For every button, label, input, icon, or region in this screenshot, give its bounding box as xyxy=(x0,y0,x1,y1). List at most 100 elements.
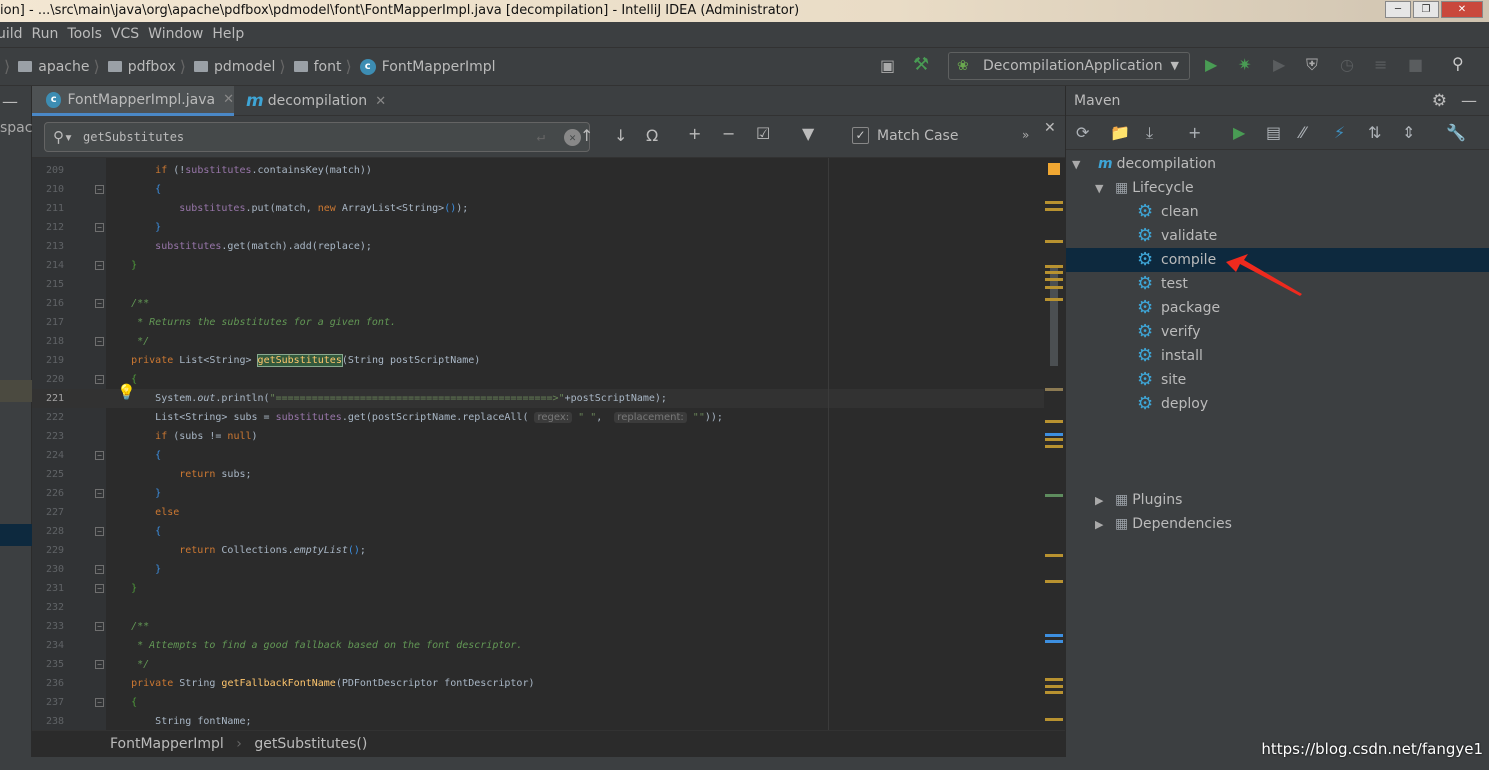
code-line[interactable]: 235 − */ xyxy=(32,655,1044,674)
fold-icon[interactable]: − xyxy=(95,451,104,460)
breadcrumb-item-pdfbox[interactable]: ⟩ pdfbox xyxy=(89,48,175,85)
code-line[interactable]: 234 * Attempts to find a good fallback b… xyxy=(32,636,1044,655)
code-line[interactable]: 229 return Collections.emptyList(); xyxy=(32,541,1044,560)
restore-button[interactable]: ❐ xyxy=(1413,1,1439,18)
scrollbar-marker[interactable] xyxy=(1045,718,1063,721)
code-line[interactable]: 221 System.out.println("================… xyxy=(32,389,1044,408)
previous-occurrence-icon[interactable]: ↑ xyxy=(580,126,593,145)
scrollbar-marker[interactable] xyxy=(1045,494,1063,497)
minimize-panel-icon[interactable]: — xyxy=(2,92,18,111)
generate-sources-icon[interactable]: 📁 xyxy=(1110,123,1130,142)
profiler-icon[interactable]: ⛨ xyxy=(1306,55,1318,75)
tree-node-dependencies[interactable]: ▶ ▦ Dependencies xyxy=(1066,512,1489,536)
scrollbar-marker[interactable] xyxy=(1045,278,1063,281)
search-input[interactable]: ⚲▾ getSubstitutes ↵ ✕ xyxy=(44,122,590,152)
gear-icon[interactable]: ⚙ xyxy=(1432,86,1447,116)
collapse-all-icon[interactable]: ⇕ xyxy=(1402,123,1415,142)
scrollbar-marker[interactable] xyxy=(1045,640,1063,643)
scrollbar-marker[interactable] xyxy=(1045,388,1063,391)
code-line[interactable]: 210 − { xyxy=(32,180,1044,199)
scrollbar-marker[interactable] xyxy=(1045,433,1063,436)
lifecycle-phase-install[interactable]: ⚙ install xyxy=(1066,344,1489,368)
code-line[interactable]: 217 * Returns the substitutes for a give… xyxy=(32,313,1044,332)
fold-icon[interactable]: − xyxy=(95,622,104,631)
more-options-icon[interactable]: » xyxy=(1022,128,1029,142)
tree-node-lifecycle[interactable]: ▼ ▦ Lifecycle xyxy=(1066,176,1489,200)
run-icon[interactable]: ▶ xyxy=(1205,55,1217,74)
reload-icon[interactable]: ⟳ xyxy=(1076,123,1089,142)
menu-tools[interactable]: Tools xyxy=(67,22,111,47)
code-line[interactable]: 230 − } xyxy=(32,560,1044,579)
lightbulb-icon[interactable]: 💡 xyxy=(117,383,136,401)
code-line[interactable]: 238 String fontName; xyxy=(32,712,1044,730)
fold-icon[interactable]: − xyxy=(95,584,104,593)
scrollbar-marker[interactable] xyxy=(1045,265,1063,268)
run-goal-icon[interactable]: ▶ xyxy=(1233,123,1245,142)
code-line[interactable]: 227 else xyxy=(32,503,1044,522)
code-line[interactable]: 218 − */ xyxy=(32,332,1044,351)
code-line[interactable]: 222 List<String> subs = substitutes.get(… xyxy=(32,408,1044,427)
code-line[interactable]: 225 return subs; xyxy=(32,465,1044,484)
select-all-occurrences-icon[interactable]: Ω xyxy=(646,126,658,145)
lifecycle-phase-deploy[interactable]: ⚙ deploy xyxy=(1066,392,1489,416)
scrollbar-marker[interactable] xyxy=(1045,554,1063,557)
scrollbar-marker[interactable] xyxy=(1045,286,1063,289)
fold-icon[interactable]: − xyxy=(95,660,104,669)
menu-build[interactable]: uild xyxy=(0,22,32,47)
scrollbar-marker[interactable] xyxy=(1045,240,1063,243)
code-line[interactable]: 219 private List<String> getSubstitutes(… xyxy=(32,351,1044,370)
scrollbar-marker[interactable] xyxy=(1045,685,1063,688)
fold-icon[interactable]: − xyxy=(95,489,104,498)
code-line[interactable]: 216 − /** xyxy=(32,294,1044,313)
code-line[interactable]: 220− { xyxy=(32,370,1044,389)
scrollbar-marker[interactable] xyxy=(1045,445,1063,448)
code-line[interactable]: 236 private String getFallbackFontName(P… xyxy=(32,674,1044,693)
lifecycle-phase-validate[interactable]: ⚙ validate xyxy=(1066,224,1489,248)
fold-icon[interactable]: − xyxy=(95,261,104,270)
scrollbar-thumb[interactable] xyxy=(1050,268,1058,366)
scrollbar-marker[interactable] xyxy=(1045,691,1063,694)
hide-panel-icon[interactable]: — xyxy=(1461,86,1477,116)
debug-bug-icon[interactable]: ✷ xyxy=(1238,55,1251,74)
fold-icon[interactable]: − xyxy=(95,527,104,536)
code-line[interactable]: 228 − { xyxy=(32,522,1044,541)
menu-help[interactable]: Help xyxy=(212,22,253,47)
inspection-status-icon[interactable] xyxy=(1048,163,1060,175)
show-dependencies-icon[interactable]: ⇅ xyxy=(1368,123,1381,142)
fold-icon[interactable]: − xyxy=(95,565,104,574)
scrollbar-marker[interactable] xyxy=(1045,201,1063,204)
scrollbar-marker[interactable] xyxy=(1045,438,1063,441)
fold-icon[interactable]: − xyxy=(95,185,104,194)
code-line[interactable]: 226 − } xyxy=(32,484,1044,503)
code-line[interactable]: 212 − } xyxy=(32,218,1044,237)
tree-node-project[interactable]: ▼ m decompilation xyxy=(1066,152,1489,176)
code-breadcrumb-class[interactable]: FontMapperImpl xyxy=(110,736,224,752)
wrench-icon[interactable]: 🔧 xyxy=(1446,123,1466,142)
breadcrumb-item-pdmodel[interactable]: ⟩ pdmodel xyxy=(176,48,276,85)
add-project-icon[interactable]: + xyxy=(1188,123,1201,142)
code-line[interactable]: 233 − /** xyxy=(32,617,1044,636)
scrollbar-marker[interactable] xyxy=(1045,298,1063,301)
scrollbar-marker[interactable] xyxy=(1045,208,1063,211)
close-window-button[interactable]: ✕ xyxy=(1441,1,1483,18)
terminal-icon[interactable]: ▣ xyxy=(880,56,895,75)
code-line[interactable]: 215 xyxy=(32,275,1044,294)
code-line[interactable]: 214 − } xyxy=(32,256,1044,275)
skip-tests-icon[interactable]: ⚡ xyxy=(1334,123,1345,142)
code-line[interactable]: 223 if (subs != null) xyxy=(32,427,1044,446)
tab-fontmapperimpl[interactable]: c FontMapperImpl.java ✕ xyxy=(32,86,234,116)
fold-icon[interactable]: − xyxy=(95,375,104,384)
fold-icon[interactable]: − xyxy=(95,337,104,346)
search-everywhere-icon[interactable]: ⚲ xyxy=(1452,54,1464,73)
close-tab-icon[interactable]: ✕ xyxy=(375,94,386,109)
execute-goal-icon[interactable]: ▤ xyxy=(1266,123,1281,142)
close-find-icon[interactable]: ✕ xyxy=(1044,120,1056,136)
remove-selection-icon[interactable]: − xyxy=(722,124,735,143)
build-hammer-icon[interactable]: ⚒ xyxy=(913,54,929,75)
breadcrumb-item-class[interactable]: ⟩ c FontMapperImpl xyxy=(341,48,495,85)
scrollbar-marker[interactable] xyxy=(1045,634,1063,637)
run-configuration-dropdown[interactable]: ❀ DecompilationApplication ▼ xyxy=(948,52,1190,80)
lifecycle-phase-site[interactable]: ⚙ site xyxy=(1066,368,1489,392)
code-line[interactable]: 237 − { xyxy=(32,693,1044,712)
clear-search-icon[interactable]: ✕ xyxy=(564,129,581,146)
